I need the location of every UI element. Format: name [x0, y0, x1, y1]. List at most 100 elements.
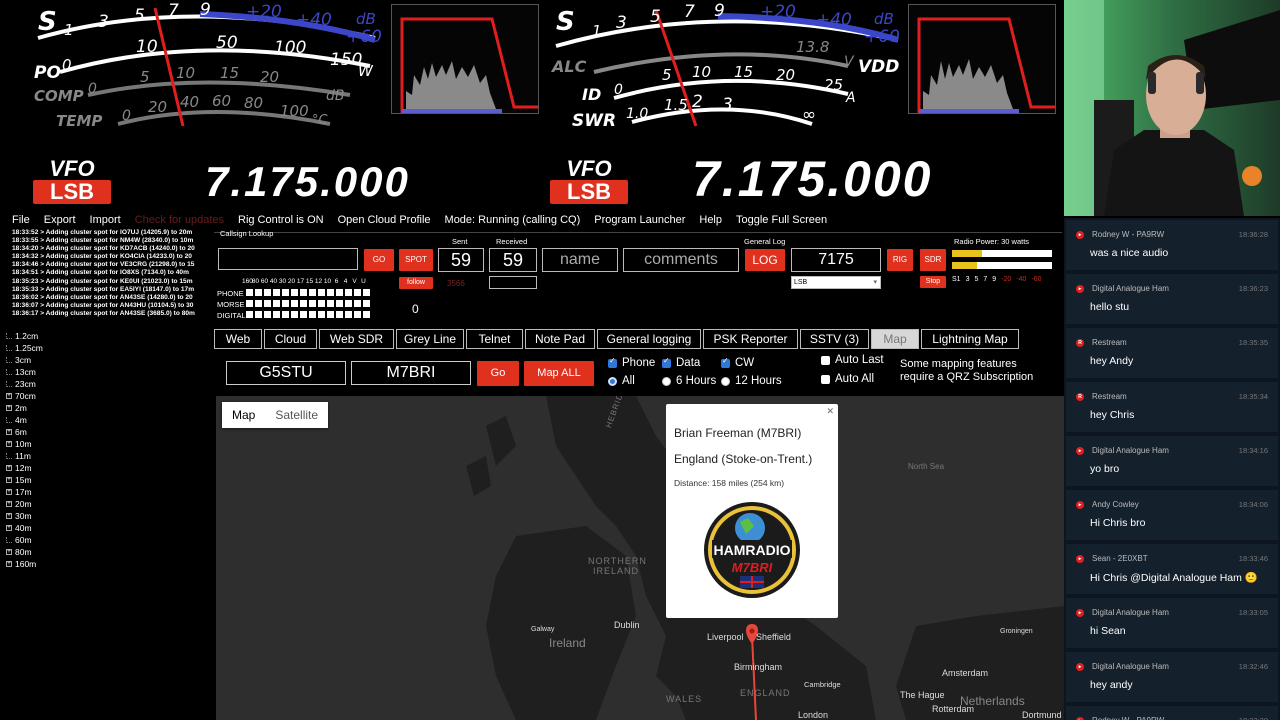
menu-open-cloud-profile[interactable]: Open Cloud Profile [338, 214, 431, 226]
tab-web-sdr[interactable]: Web SDR [319, 329, 394, 349]
expand-icon[interactable]: + [6, 501, 12, 507]
cluster-log[interactable]: 18:33:52 > Adding cluster spot for IO7UJ… [12, 229, 212, 321]
band-activity-cell[interactable] [282, 289, 289, 296]
tab-general-logging[interactable]: General logging [597, 329, 701, 349]
band-tree-item[interactable]: 11m [6, 450, 66, 462]
log-button[interactable]: LOG [745, 249, 785, 271]
band-tree[interactable]: 1.2cm 1.25cm 3cm 13cm 23cm +70cm +2m 4m +6m +10m 1… [6, 330, 66, 570]
band-tree-item[interactable]: +20m [6, 498, 66, 510]
data-checkbox[interactable]: Data [662, 356, 700, 369]
all-radio[interactable]: All [608, 375, 635, 387]
band-activity-cell[interactable] [354, 300, 361, 307]
band-tree-item[interactable]: 1.2cm [6, 330, 66, 342]
tab-telnet[interactable]: Telnet [466, 329, 523, 349]
map-type-map[interactable]: Map [222, 402, 265, 428]
auto-all-checkbox[interactable]: Auto All [821, 373, 874, 385]
expand-icon[interactable]: + [6, 429, 12, 435]
band-activity-cell[interactable] [345, 311, 352, 318]
band-activity-cell[interactable] [318, 300, 325, 307]
band-activity-cell[interactable] [354, 289, 361, 296]
band-activity-cell[interactable] [363, 300, 370, 307]
band-activity-cell[interactable] [327, 289, 334, 296]
band-activity-cell[interactable] [246, 289, 253, 296]
follow-button[interactable]: follow [399, 277, 433, 289]
band-activity-cell[interactable] [309, 300, 316, 307]
callsign-lookup-input[interactable] [218, 248, 358, 270]
spot-button[interactable]: SPOT [399, 249, 433, 271]
band-tree-item[interactable]: +6m [6, 426, 66, 438]
expand-icon[interactable]: + [6, 525, 12, 531]
band-tree-item[interactable]: 4m [6, 414, 66, 426]
band-tree-item[interactable]: +160m [6, 558, 66, 570]
band-activity-cell[interactable] [255, 300, 262, 307]
band-activity-cell[interactable] [300, 289, 307, 296]
twelve-hours-radio[interactable]: 12 Hours [721, 375, 782, 387]
menu-mode[interactable]: Mode: Running (calling CQ) [445, 214, 581, 226]
band-activity-cell[interactable] [282, 300, 289, 307]
expand-icon[interactable]: + [6, 441, 12, 447]
menu-file[interactable]: File [12, 214, 30, 226]
band-activity-cell[interactable] [327, 300, 334, 307]
frequency-input[interactable]: 7175 [791, 248, 881, 272]
band-tree-item[interactable]: +17m [6, 486, 66, 498]
band-tree-item[interactable]: +30m [6, 510, 66, 522]
band-activity-cell[interactable] [336, 311, 343, 318]
band-activity-cell[interactable] [363, 311, 370, 318]
received-extra[interactable] [489, 276, 537, 289]
menu-export[interactable]: Export [44, 214, 76, 226]
rig-button[interactable]: RIG [887, 249, 913, 271]
band-activity-cell[interactable] [273, 289, 280, 296]
tab-note-pad[interactable]: Note Pad [525, 329, 595, 349]
band-activity-cell[interactable] [264, 311, 271, 318]
menu-check-updates[interactable]: Check for updates [135, 214, 224, 226]
band-tree-item[interactable]: +40m [6, 522, 66, 534]
stop-button[interactable]: Stop [920, 276, 946, 288]
band-activity-cell[interactable] [273, 311, 280, 318]
menu-program-launcher[interactable]: Program Launcher [594, 214, 685, 226]
vfo-b-frequency[interactable]: 7.175.000 [692, 150, 932, 208]
tab-grey-line[interactable]: Grey Line [396, 329, 464, 349]
band-tree-item[interactable]: +10m [6, 438, 66, 450]
menu-toggle-fullscreen[interactable]: Toggle Full Screen [736, 214, 827, 226]
menu-import[interactable]: Import [90, 214, 121, 226]
live-chat[interactable]: ▸ Rodney W - PA9RW 18:36:28 was a nice audi… [1064, 218, 1280, 720]
auto-last-checkbox[interactable]: Auto Last [821, 354, 884, 366]
map-type-satellite[interactable]: Satellite [265, 402, 328, 428]
band-tree-item[interactable]: 13cm [6, 366, 66, 378]
band-activity-cell[interactable] [291, 311, 298, 318]
vfo-a-mode[interactable]: LSB [33, 180, 111, 204]
band-tree-item[interactable]: +2m [6, 402, 66, 414]
sdr-button[interactable]: SDR [920, 249, 946, 271]
cw-checkbox[interactable]: CW [721, 356, 754, 369]
band-activity-cell[interactable] [363, 289, 370, 296]
close-icon[interactable]: ✕ [826, 406, 834, 417]
band-tree-item[interactable]: 3cm [6, 354, 66, 366]
band-activity-cell[interactable] [336, 289, 343, 296]
name-input[interactable]: name [542, 248, 618, 272]
band-activity-cell[interactable] [336, 300, 343, 307]
menu-rig-control[interactable]: Rig Control is ON [238, 214, 324, 226]
go-button[interactable]: GO [364, 249, 394, 271]
received-rst[interactable]: 59 [489, 248, 537, 272]
mode-select[interactable]: LSB ▾ [791, 276, 881, 289]
map-all-button[interactable]: Map ALL [524, 361, 594, 386]
band-tree-item[interactable]: +80m [6, 546, 66, 558]
map-view[interactable]: Map Satellite HEBRIDES NORTHERN IRELAND … [216, 396, 1064, 720]
band-tree-item[interactable]: +12m [6, 462, 66, 474]
band-activity-cell[interactable] [291, 289, 298, 296]
expand-icon[interactable]: + [6, 405, 12, 411]
band-activity-cell[interactable] [246, 300, 253, 307]
band-tree-item[interactable]: 1.25cm [6, 342, 66, 354]
band-activity-cell[interactable] [354, 311, 361, 318]
tab-sstv-3[interactable]: SSTV (3) [800, 329, 869, 349]
band-activity-cell[interactable] [309, 289, 316, 296]
vfo-a-frequency[interactable]: 7.175.000 [205, 158, 410, 206]
band-tree-item[interactable]: +15m [6, 474, 66, 486]
tab-web[interactable]: Web [214, 329, 262, 349]
tab-psk-reporter[interactable]: PSK Reporter [703, 329, 798, 349]
sent-rst[interactable]: 59 [438, 248, 484, 272]
map-go-button[interactable]: Go [477, 361, 519, 386]
expand-icon[interactable]: + [6, 513, 12, 519]
band-tree-item[interactable]: 23cm [6, 378, 66, 390]
phone-checkbox[interactable]: Phone [608, 356, 655, 369]
